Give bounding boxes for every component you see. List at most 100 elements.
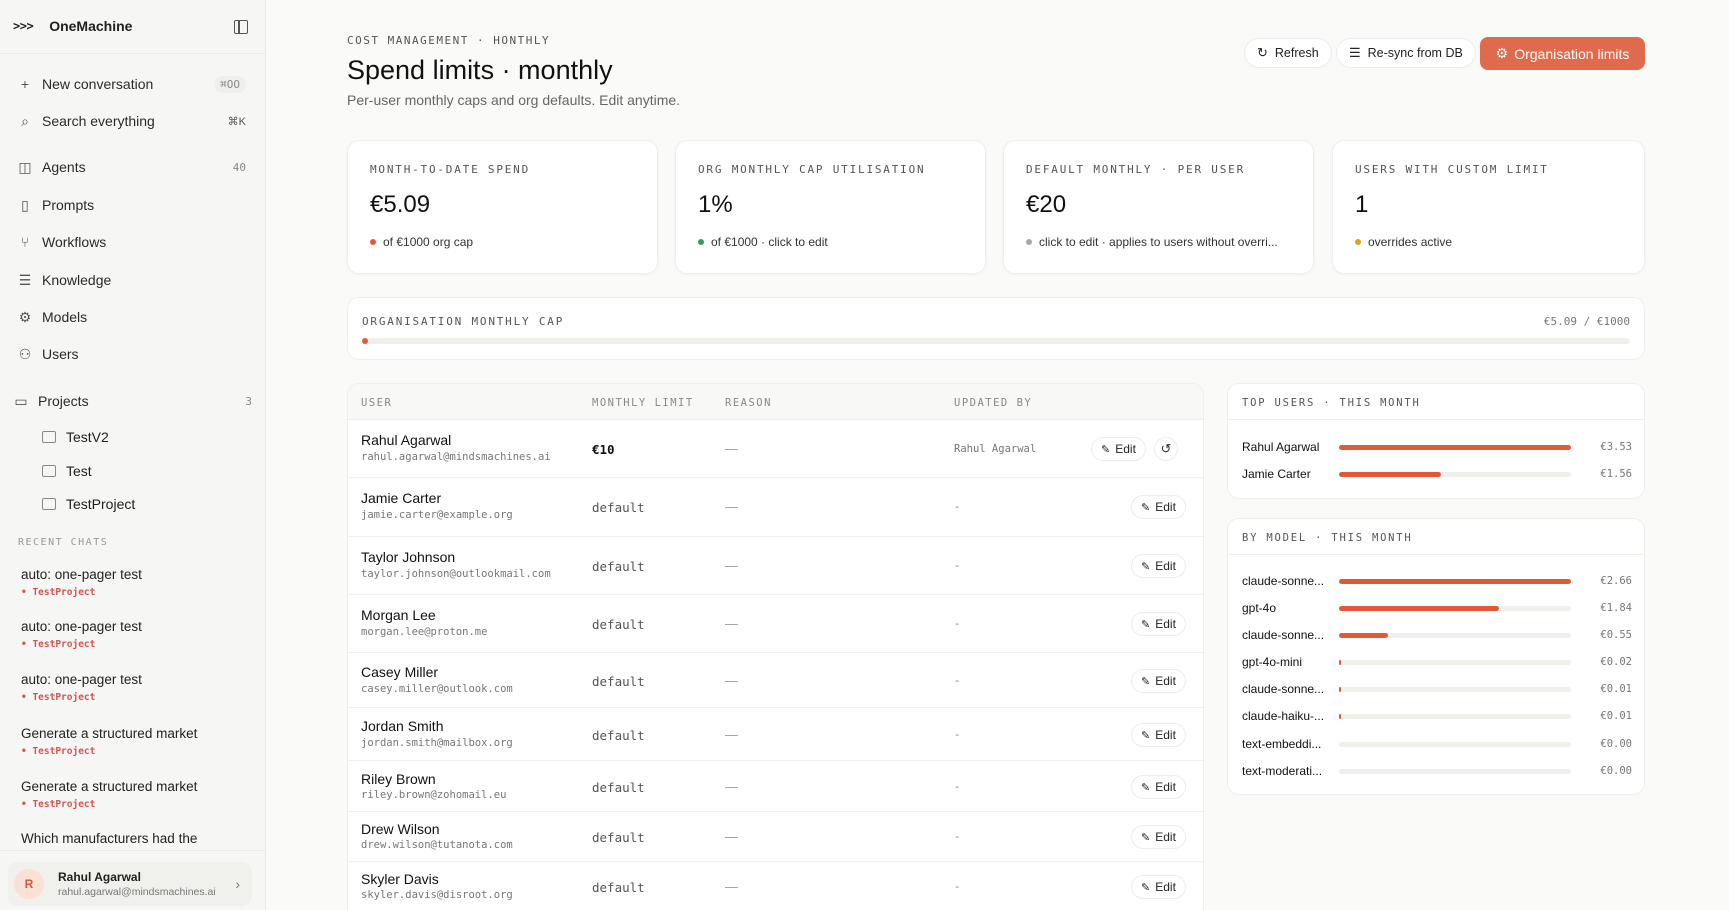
new-conversation-button[interactable]: + New conversation ⌘OO (16, 71, 246, 97)
reset-limit-button[interactable]: ↺ (1154, 437, 1178, 461)
sidebar-item-prompts[interactable]: ▯ Prompts (16, 192, 246, 218)
updated-by: - (954, 560, 961, 572)
bar-track (1339, 769, 1571, 774)
sidebar-item-models[interactable]: ⚙ Models (16, 304, 246, 330)
recent-chat-item[interactable]: auto: one-pager test TestProject (21, 619, 251, 650)
project-item[interactable]: TestProject (42, 492, 135, 516)
reason: — (725, 441, 738, 456)
recent-chat-item[interactable]: auto: one-pager test TestProject (21, 567, 251, 598)
table-row: Drew Wilson drew.wilson@tutanota.com def… (348, 812, 1203, 862)
plus-icon: + (20, 76, 30, 92)
sidebar-item-projects[interactable]: ▭ Projects 3 (12, 388, 252, 414)
kpi-note-text: overrides active (1368, 235, 1453, 249)
status-dot (1026, 238, 1032, 245)
user-limits-table: USER MONTHLY LIMIT REASON UPDATED BY Rah… (347, 383, 1204, 910)
bar-value: €0.02 (1600, 656, 1632, 668)
edit-label: Edit (1155, 617, 1176, 631)
by-model-panel: BY MODEL · THIS MONTH claude-sonne... €2… (1227, 518, 1645, 795)
pencil-icon: ✎ (1141, 675, 1151, 688)
chat-project-tag: TestProject (21, 587, 251, 598)
updated-by: - (954, 831, 961, 843)
updated-by: - (954, 881, 961, 893)
sidebar-item-knowledge[interactable]: ☰ Knowledge (16, 267, 246, 293)
brand[interactable]: >>> OneMachine (13, 18, 132, 34)
user-name: Skyler Davis (361, 871, 439, 887)
user-email: jamie.carter@example.org (361, 509, 513, 521)
user-email: jordan.smith@mailbox.org (361, 737, 513, 749)
page-subtitle: Per-user monthly caps and org defaults. … (347, 92, 681, 108)
kpi-label: ORG MONTHLY CAP UTILISATION (698, 163, 926, 176)
bar-label: text-embeddi... (1242, 737, 1322, 751)
sidebar-toggle-icon[interactable] (234, 20, 248, 34)
panel-header: BY MODEL · THIS MONTH (1228, 519, 1644, 555)
book-icon: ▯ (21, 196, 29, 213)
user-name: Riley Brown (361, 771, 436, 787)
sidebar-item-label: Workflows (42, 234, 107, 250)
bar-value: €1.84 (1600, 602, 1632, 614)
kpi-card-mtd-spend: MONTH-TO-DATE SPEND €5.09 of €1000 org c… (347, 140, 658, 274)
bar-label: gpt-4o (1242, 601, 1277, 615)
recent-chat-item[interactable]: Which manufacturers had the (21, 831, 251, 846)
recent-chat-item[interactable]: Generate a structured market TestProject (21, 726, 251, 757)
organisation-limits-label: Organisation limits (1514, 45, 1630, 62)
status-dot (698, 238, 704, 245)
chat-title: auto: one-pager test (21, 567, 142, 582)
resync-button[interactable]: ☰ Re-sync from DB (1336, 38, 1476, 68)
bar-fill (1339, 660, 1341, 665)
kpi-note: of €1000 org cap (370, 235, 635, 249)
sidebar-item-agents[interactable]: ◫ Agents 40 (16, 154, 246, 180)
pencil-icon: ✎ (1141, 560, 1151, 573)
kpi-value: €5.09 (370, 191, 431, 218)
refresh-button[interactable]: ↻ Refresh (1244, 38, 1332, 68)
project-item[interactable]: Test (42, 459, 92, 483)
bar-track (1339, 687, 1571, 692)
table-header: USER MONTHLY LIMIT REASON UPDATED BY (348, 384, 1203, 420)
shortcut-badge: ⌘OO (214, 75, 246, 93)
kpi-note: click to edit · applies to users without… (1026, 235, 1291, 249)
edit-button[interactable]: ✎ Edit (1131, 495, 1186, 519)
sidebar-item-label: Projects (38, 393, 89, 409)
edit-button[interactable]: ✎ Edit (1131, 775, 1186, 799)
monthly-limit: €10 (592, 442, 615, 457)
divider (0, 53, 265, 54)
kpi-card-default-monthly[interactable]: DEFAULT MONTHLY · PER USER €20 click to … (1003, 140, 1314, 274)
sidebar-item-label: Agents (42, 159, 86, 175)
column-header-updated: UPDATED BY (954, 397, 1033, 409)
edit-button[interactable]: ✎ Edit (1131, 825, 1186, 849)
workflow-icon: ⑂ (20, 234, 30, 250)
user-email: rahul.agarwal@mindsmachines.ai (361, 451, 551, 463)
search-label: Search everything (42, 113, 155, 129)
shortcut-hint: ⌘K (227, 115, 246, 128)
edit-button[interactable]: ✎ Edit (1131, 554, 1186, 578)
sidebar-item-workflows[interactable]: ⑂ Workflows (16, 229, 246, 255)
search-everything-button[interactable]: ⌕ Search everything ⌘K (16, 108, 246, 134)
monthly-limit: default (592, 500, 645, 515)
user-menu[interactable]: R Rahul Agarwal rahul.agarwal@mindsmachi… (8, 862, 252, 906)
recent-chat-item[interactable]: auto: one-pager test TestProject (21, 672, 251, 703)
cap-progress-track (362, 338, 1630, 344)
bar-track (1339, 472, 1571, 477)
bar-fill (1339, 445, 1571, 450)
user-email: riley.brown@zohomail.eu (361, 789, 507, 801)
bar-track (1339, 742, 1571, 747)
edit-button[interactable]: ✎ Edit (1131, 612, 1186, 636)
kpi-note-text: of €1000 · click to edit (711, 235, 828, 249)
edit-button[interactable]: ✎ Edit (1131, 723, 1186, 747)
edit-button[interactable]: ✎ Edit (1131, 669, 1186, 693)
monthly-limit: default (592, 617, 645, 632)
organisation-limits-button[interactable]: ⚙ Organisation limits (1480, 37, 1645, 70)
kpi-label: USERS WITH CUSTOM LIMIT (1355, 163, 1549, 176)
sidebar-item-users[interactable]: ⚇ Users (16, 341, 246, 367)
edit-button[interactable]: ✎ Edit (1131, 875, 1186, 899)
agents-count: 40 (232, 160, 246, 174)
bar-label: claude-haiku-... (1242, 709, 1325, 723)
edit-label: Edit (1155, 728, 1176, 742)
edit-button[interactable]: ✎ Edit (1091, 437, 1146, 461)
kpi-card-cap-utilisation[interactable]: ORG MONTHLY CAP UTILISATION 1% of €1000 … (675, 140, 986, 274)
top-user-row: Rahul Agarwal €3.53 (1242, 440, 1632, 456)
chat-title: auto: one-pager test (21, 619, 142, 634)
recent-chat-item[interactable]: Generate a structured market TestProject (21, 779, 251, 810)
project-item[interactable]: TestV2 (42, 425, 109, 449)
table-row: Jordan Smith jordan.smith@mailbox.org de… (348, 708, 1203, 761)
bar-track (1339, 633, 1571, 638)
